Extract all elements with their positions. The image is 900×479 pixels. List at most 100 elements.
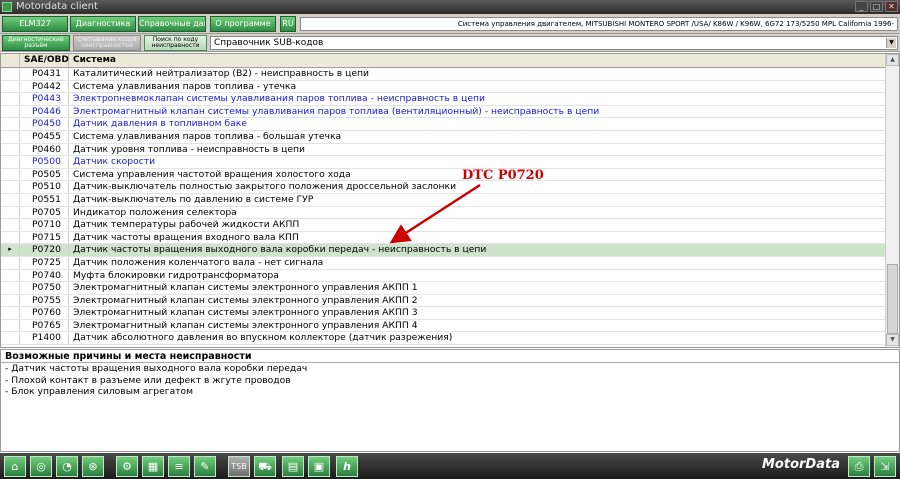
row-indicator xyxy=(1,105,20,118)
row-indicator xyxy=(1,294,20,307)
menu-reference-button[interactable]: Справочные данные xyxy=(138,16,206,32)
gauge-icon[interactable]: ◔ xyxy=(56,456,78,477)
read-codes-button[interactable]: Считывание кодов неисправностей xyxy=(73,35,141,51)
row-indicator xyxy=(1,319,20,332)
search-code-button[interactable]: Поиск по коду неисправности xyxy=(144,35,207,51)
table-row[interactable]: P0705 Индикатор положения селектора xyxy=(1,206,885,220)
row-code: P0725 xyxy=(20,256,69,269)
row-code: P1400 xyxy=(20,332,69,345)
row-code: P0446 xyxy=(20,105,69,118)
truck-icon[interactable]: ⛟ xyxy=(254,456,276,477)
tools-icon[interactable]: ✎ xyxy=(194,456,216,477)
table-row[interactable]: P0551 Датчик-выключатель по давлению в си… xyxy=(1,193,885,207)
export-icon[interactable]: ⇲ xyxy=(874,456,896,477)
row-description: Датчик частоты вращения входного вала КП… xyxy=(73,231,299,243)
row-code: P0443 xyxy=(20,93,69,105)
row-code: P0705 xyxy=(20,206,69,219)
table-row[interactable]: P0510 Датчик-выключатель полностью закрыт… xyxy=(1,181,885,194)
row-code: P0715 xyxy=(20,231,69,244)
menu-language-button[interactable]: RU xyxy=(280,16,296,32)
row-code: P0765 xyxy=(20,319,69,332)
table-row[interactable]: P0460 Датчик уровня топлива - неисправнос… xyxy=(1,143,885,157)
reference-select[interactable]: Справочник SUB-кодов ▼ xyxy=(210,36,898,50)
table-row[interactable]: P1400 Датчик абсолютного давления во впус… xyxy=(1,332,885,346)
data-icon[interactable]: ≡ xyxy=(168,456,190,477)
menu-elm327-button[interactable]: ELM327 xyxy=(2,16,68,32)
engine-icon[interactable]: ⚙ xyxy=(116,456,138,477)
header-system[interactable]: Система xyxy=(69,54,116,68)
row-indicator xyxy=(1,219,20,231)
window-controls: _ □ ✕ xyxy=(855,1,898,12)
wheel-icon[interactable]: ⊛ xyxy=(82,456,104,477)
menu-diagnostics-button[interactable]: Диагностика xyxy=(70,16,136,32)
maximize-icon[interactable]: □ xyxy=(870,1,883,12)
table-row[interactable]: P0710 Датчик температуры рабочей жидкости… xyxy=(1,219,885,232)
row-indicator xyxy=(1,143,20,156)
table-row[interactable]: P0500 Датчик скорости xyxy=(1,156,885,169)
row-indicator xyxy=(1,307,20,319)
menu-about-button[interactable]: О программе xyxy=(210,16,276,32)
table-row[interactable]: P0450 Датчик давления в топливном баке xyxy=(1,118,885,131)
minimize-icon[interactable]: _ xyxy=(855,1,868,12)
causes-title: Возможные причины и места неисправности xyxy=(1,350,899,363)
tsb-icon[interactable]: TSB xyxy=(228,456,250,477)
scroll-up-icon[interactable]: ▲ xyxy=(886,54,899,66)
row-description[interactable]: Электропневмоклапан системы улавливания … xyxy=(69,93,485,105)
table-row[interactable]: P0505 Система управления частотой вращени… xyxy=(1,168,885,182)
row-description: Электромагнитный клапан системы электрон… xyxy=(73,319,418,331)
row-description: Датчик уровня топлива - неисправность в … xyxy=(73,143,305,155)
table-row[interactable]: P0455 Система улавливания паров топлива -… xyxy=(1,130,885,144)
print-icon[interactable]: ⎙ xyxy=(848,456,870,477)
menu-bar: ELM327 Диагностика Справочные данные О п… xyxy=(0,14,900,34)
table-body: P0431 Каталитический нейтрализатор (B2) -… xyxy=(1,68,885,346)
table-row[interactable]: P0765 Электромагнитный клапан системы эле… xyxy=(1,319,885,333)
chart-icon[interactable]: ▦ xyxy=(142,456,164,477)
row-description[interactable]: Датчик скорости xyxy=(69,156,155,168)
table-row[interactable]: P0442 Система улавливания паров топлива -… xyxy=(1,80,885,94)
document-icon[interactable]: ▤ xyxy=(282,456,304,477)
table-row[interactable]: P0750 Электромагнитный клапан системы эле… xyxy=(1,282,885,295)
row-description: Муфта блокировки гидротрансформатора xyxy=(73,269,279,281)
row-description[interactable]: Электромагнитный клапан системы улавлива… xyxy=(69,106,599,118)
row-description: Датчик абсолютного давления во впускном … xyxy=(73,332,453,344)
grid-icon[interactable]: ▣ xyxy=(308,456,330,477)
vertical-scrollbar[interactable]: ▲ ▼ xyxy=(885,54,899,347)
table-row[interactable]: P0760 Электромагнитный клапан системы эле… xyxy=(1,307,885,320)
diagnostic-connector-button[interactable]: Диагностический разъём xyxy=(2,35,70,51)
scroll-thumb[interactable] xyxy=(887,264,898,334)
row-indicator xyxy=(1,206,20,219)
chevron-down-icon[interactable]: ▼ xyxy=(886,38,896,48)
header-code[interactable]: SAE/OBD xyxy=(20,54,69,68)
close-icon[interactable]: ✕ xyxy=(885,1,898,12)
table-header: SAE/OBD Система xyxy=(1,54,885,68)
row-code: P0460 xyxy=(20,143,69,156)
connector-icon[interactable]: ◎ xyxy=(30,456,52,477)
row-description: Электромагнитный клапан системы электрон… xyxy=(73,307,418,319)
scroll-down-icon[interactable]: ▼ xyxy=(886,334,899,346)
row-indicator xyxy=(1,332,20,345)
app-icon xyxy=(2,2,12,12)
table-row[interactable]: P0755 Электромагнитный клапан системы эле… xyxy=(1,294,885,308)
table-row[interactable]: P0725 Датчик положения коленчатого вала -… xyxy=(1,256,885,270)
table-row[interactable]: P0715 Датчик частоты вращения входного ва… xyxy=(1,231,885,245)
table-row[interactable]: P0740 Муфта блокировки гидротрансформатор… xyxy=(1,269,885,283)
table-row[interactable]: ▸ P0720 Датчик частоты вращения выходного … xyxy=(1,244,885,257)
table-row[interactable]: P0446 Электромагнитный клапан системы ула… xyxy=(1,105,885,119)
home-icon[interactable]: ⌂ xyxy=(4,456,26,477)
dtc-annotation: DTC P0720 xyxy=(462,168,544,183)
row-description: Датчик-выключатель полностью закрытого п… xyxy=(73,181,457,193)
h-icon[interactable]: h xyxy=(336,456,358,477)
row-code: P0760 xyxy=(20,307,69,319)
row-description: Система управления частотой вращения хол… xyxy=(73,168,351,180)
table-row[interactable]: P0443 Электропневмоклапан системы улавлив… xyxy=(1,93,885,106)
brand-logo: MotorData xyxy=(762,457,840,472)
row-description: Каталитический нейтрализатор (B2) - неис… xyxy=(73,68,369,79)
row-code: P0510 xyxy=(20,181,69,193)
row-indicator xyxy=(1,181,20,193)
row-indicator xyxy=(1,269,20,282)
dtc-table: SAE/OBD Система P0431 Каталитический нейт… xyxy=(0,53,900,348)
row-code: P0431 xyxy=(20,68,69,80)
table-row[interactable]: P0431 Каталитический нейтрализатор (B2) -… xyxy=(1,68,885,81)
row-description[interactable]: Датчик давления в топливном баке xyxy=(69,118,247,130)
row-indicator xyxy=(1,118,20,130)
